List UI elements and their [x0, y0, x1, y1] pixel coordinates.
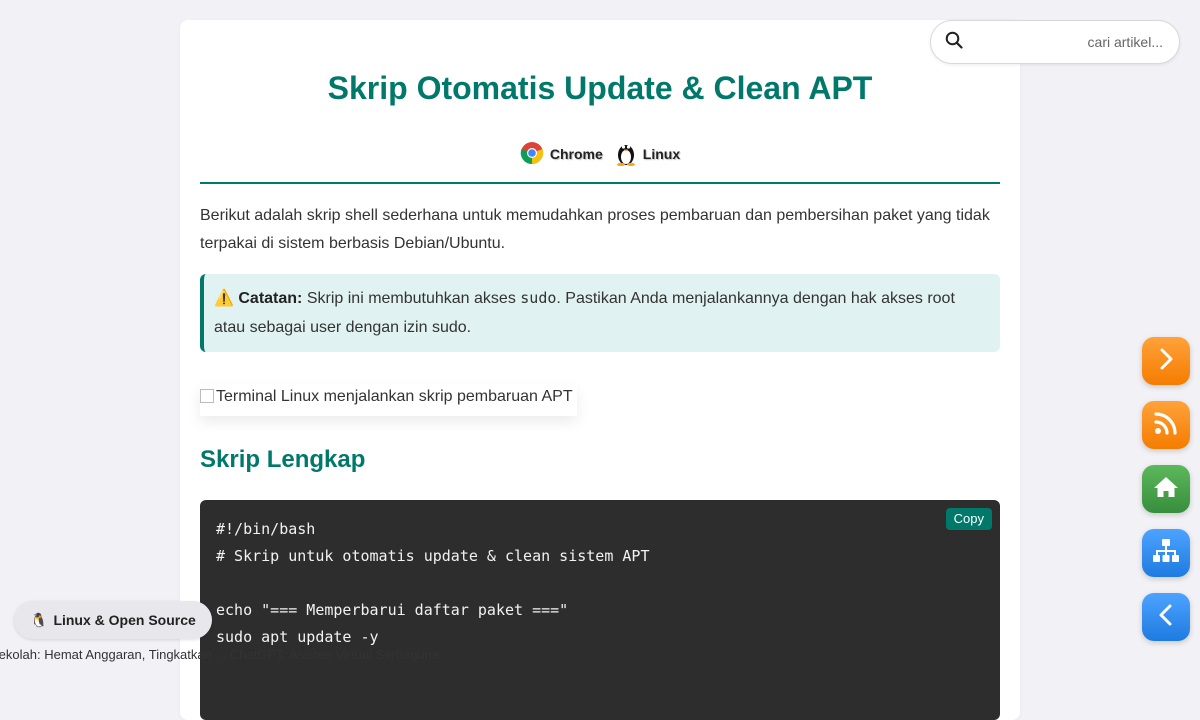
- article-card: Skrip Otomatis Update & Clean APT Chrome: [180, 20, 1020, 720]
- badge-label: Linux & Open Source: [53, 612, 196, 628]
- next-button[interactable]: [1142, 337, 1190, 385]
- chrome-icon: [520, 141, 544, 168]
- chevron-right-icon: [1154, 347, 1178, 376]
- broken-image-icon: [200, 389, 214, 403]
- page-title: Skrip Otomatis Update & Clean APT: [327, 70, 873, 106]
- tag-label: Chrome: [549, 146, 603, 162]
- rss-icon: [1153, 410, 1179, 441]
- sitemap-button[interactable]: [1142, 529, 1190, 577]
- search-input[interactable]: [973, 34, 1163, 50]
- news-ticker[interactable]: Sekolah: Hemat Anggaran, Tingkatkan ... …: [0, 645, 1200, 665]
- previous-button[interactable]: [1142, 593, 1190, 641]
- warning-icon: ⚠️: [214, 290, 234, 307]
- tag-linux[interactable]: Linux: [615, 140, 680, 169]
- tux-penguin-icon: [615, 140, 637, 169]
- home-button[interactable]: [1142, 465, 1190, 513]
- sitemap-icon: [1152, 538, 1180, 569]
- note-callout: ⚠️ Catatan: Skrip ini membutuhkan akses …: [200, 274, 1000, 352]
- tag-label: Linux: [642, 146, 681, 162]
- note-text-before: Skrip ini membutuhkan akses: [302, 290, 521, 307]
- tag-list: Chrome Linux: [200, 140, 1000, 168]
- search-icon[interactable]: [945, 31, 963, 54]
- home-icon: [1153, 475, 1179, 504]
- section-heading: Skrip Lengkap: [200, 446, 366, 473]
- copy-button[interactable]: Copy: [945, 508, 992, 530]
- image-alt-text: Terminal Linux menjalankan skrip pembaru…: [216, 388, 573, 405]
- note-code: sudo: [520, 289, 557, 307]
- code-text: #!/bin/bash # Skrip untuk otomatis updat…: [216, 520, 650, 646]
- title-divider: [200, 182, 1000, 184]
- article-image: Terminal Linux menjalankan skrip pembaru…: [200, 384, 577, 416]
- tag-chrome[interactable]: Chrome: [520, 141, 603, 168]
- rss-button[interactable]: [1142, 401, 1190, 449]
- tux-penguin-icon: 🐧: [30, 611, 48, 628]
- category-badge[interactable]: 🐧 Linux & Open Source: [14, 601, 212, 639]
- search-box: [930, 20, 1180, 64]
- code-block: Copy #!/bin/bash # Skrip untuk otomatis u…: [200, 500, 1000, 720]
- intro-paragraph: Berikut adalah skrip shell sederhana unt…: [200, 207, 990, 252]
- chevron-left-icon: [1154, 603, 1178, 632]
- note-label: Catatan:: [238, 290, 303, 307]
- ticker-text: Sekolah: Hemat Anggaran, Tingkatkan ... …: [0, 647, 440, 662]
